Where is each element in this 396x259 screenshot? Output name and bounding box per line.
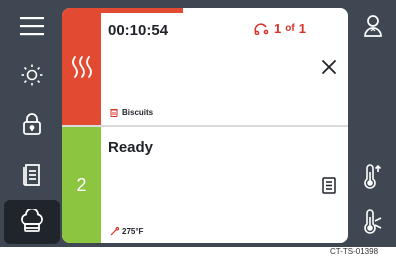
brightness-icon bbox=[21, 64, 43, 86]
menu-icon bbox=[20, 17, 44, 36]
temperature-up-button[interactable] bbox=[350, 155, 396, 199]
probe-icon bbox=[110, 227, 119, 236]
slot-2-status-strip: 2 bbox=[62, 127, 101, 243]
slot-1-item-name: Biscuits bbox=[122, 108, 154, 117]
heat-waves-icon bbox=[71, 55, 92, 78]
batch-current: 1 bbox=[274, 21, 282, 36]
cook-slot-2[interactable]: 2 Ready 275°F bbox=[62, 127, 348, 243]
menu-button[interactable] bbox=[4, 4, 60, 48]
lock-button[interactable] bbox=[4, 102, 60, 146]
slot-2-number: 2 bbox=[76, 174, 87, 195]
cook-slots-panel: 00:10:54 1 of 1 Biscuits 2 Ready 275°F bbox=[62, 8, 348, 243]
right-navigation-rail bbox=[350, 0, 396, 247]
cooking-button[interactable] bbox=[4, 200, 60, 244]
image-caption: CT-TS-01398 bbox=[330, 247, 379, 256]
trash-product-icon bbox=[110, 109, 118, 117]
brightness-button[interactable] bbox=[4, 53, 60, 97]
user-button[interactable] bbox=[350, 4, 396, 48]
cook-slot-1[interactable]: 00:10:54 1 of 1 Biscuits bbox=[62, 8, 348, 125]
slot-2-temperature-value: 275°F bbox=[122, 227, 144, 236]
oven-control-screen: 00:10:54 1 of 1 Biscuits 2 Ready 275°F bbox=[0, 0, 396, 247]
left-navigation-rail bbox=[4, 0, 60, 247]
slot-1-item: Biscuits bbox=[110, 108, 153, 117]
slot-1-progress-bar bbox=[101, 8, 183, 13]
user-icon bbox=[364, 15, 382, 37]
recipe-book-icon bbox=[23, 164, 40, 186]
slot-1-timer: 00:10:54 bbox=[108, 22, 169, 39]
temperature-icon bbox=[364, 209, 382, 234]
lock-icon bbox=[23, 113, 41, 135]
close-icon[interactable] bbox=[320, 58, 338, 76]
recipe-document-icon[interactable] bbox=[322, 177, 336, 194]
slot-1-status-strip bbox=[62, 8, 101, 125]
batch-link-icon bbox=[254, 22, 269, 35]
slot-2-temperature: 275°F bbox=[110, 227, 143, 236]
batch-of-label: of bbox=[285, 23, 295, 34]
probe-temperature-button[interactable] bbox=[350, 200, 396, 244]
temperature-up-icon bbox=[364, 164, 382, 189]
recipe-book-button[interactable] bbox=[4, 153, 60, 197]
batch-total: 1 bbox=[298, 21, 306, 36]
chef-hat-icon bbox=[21, 209, 43, 232]
batch-counter: 1 of 1 bbox=[254, 21, 306, 36]
slot-2-status: Ready bbox=[108, 139, 154, 156]
